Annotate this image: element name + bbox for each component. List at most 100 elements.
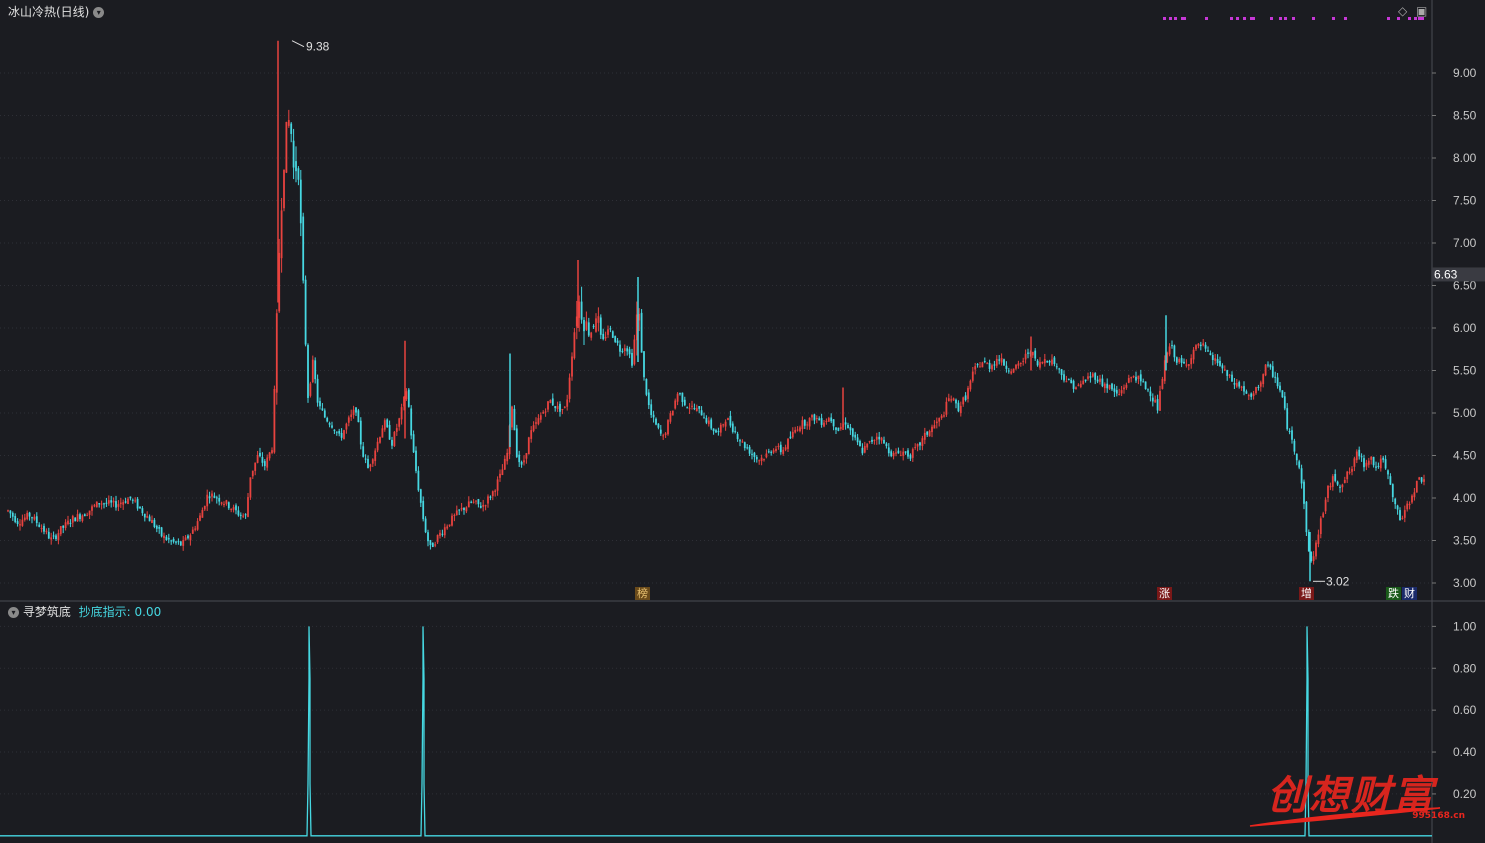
y-tick-label: 8.00 — [1453, 151, 1477, 165]
candle-body — [791, 431, 794, 438]
candle-body — [1000, 358, 1003, 363]
candle-body — [1199, 344, 1202, 347]
candle-body — [765, 453, 768, 458]
badge-zeng[interactable]: 增 — [1299, 587, 1314, 600]
marker-dot — [1344, 17, 1347, 20]
candle-body — [928, 430, 931, 437]
y-tick-label: 3.00 — [1453, 576, 1477, 590]
candle-body — [81, 515, 84, 522]
candle-body — [38, 524, 41, 527]
chevron-down-icon[interactable]: ▾ — [8, 607, 19, 618]
candle-body — [1336, 481, 1339, 485]
candle-body — [911, 449, 914, 458]
high-label: 9.38 — [306, 40, 330, 54]
candle-body — [1005, 365, 1008, 369]
candle-body — [1120, 390, 1123, 394]
candle-body — [628, 349, 631, 355]
candle-body — [215, 497, 218, 499]
candle-body — [203, 505, 206, 510]
candle-body — [45, 530, 48, 532]
candle-body — [1399, 510, 1401, 521]
candle-body — [1079, 383, 1082, 388]
candle-body — [266, 457, 269, 468]
candle-body — [1370, 456, 1373, 460]
candle-body — [1041, 361, 1044, 364]
candle-body — [355, 407, 357, 413]
candle-body — [1039, 362, 1041, 368]
candle-body — [398, 418, 401, 427]
badge-bang[interactable]: 榜 — [635, 587, 650, 600]
candle-body — [331, 425, 333, 428]
candle-body — [74, 517, 77, 522]
candle-body — [1103, 383, 1106, 389]
candle-body — [885, 443, 888, 447]
candle-body — [527, 437, 530, 455]
candle-body — [926, 431, 929, 435]
candle-body — [623, 348, 626, 351]
candle-body — [55, 535, 57, 540]
candle-body — [1209, 353, 1212, 356]
candle-body — [83, 514, 86, 517]
chevron-down-icon[interactable]: ▾ — [93, 7, 105, 18]
candle-body — [967, 387, 969, 399]
candle-body — [91, 506, 93, 511]
candle-body — [1384, 459, 1387, 469]
candle-body — [681, 392, 684, 402]
badge-die[interactable]: 跌 — [1386, 587, 1401, 600]
candle-body — [1358, 449, 1361, 457]
candle-body — [667, 420, 669, 435]
candle-body — [362, 446, 365, 457]
candle-body — [811, 415, 813, 418]
candle-body — [172, 538, 175, 542]
candle-body — [206, 494, 209, 507]
candle-body — [251, 470, 254, 477]
candle-body — [880, 437, 883, 441]
candle-body — [79, 514, 81, 520]
candle-body — [1075, 387, 1077, 390]
candle-body — [160, 527, 163, 537]
marker-dot — [1183, 17, 1186, 20]
candle-body — [1415, 480, 1418, 493]
candle-body — [211, 493, 213, 497]
candle-body — [482, 505, 485, 507]
candle-body — [890, 451, 893, 457]
candle-body — [847, 424, 849, 429]
candle-body — [1348, 471, 1351, 473]
candle-body — [1379, 458, 1382, 469]
candle-body — [50, 537, 53, 540]
candle-body — [386, 419, 389, 428]
y-tick-label: 9.00 — [1453, 66, 1477, 80]
candle-body — [1226, 370, 1229, 376]
candle-body — [434, 544, 437, 546]
candle-body — [1127, 378, 1130, 383]
candle-body — [1087, 376, 1089, 379]
candle-body — [976, 364, 979, 366]
candle-body — [1317, 534, 1320, 545]
badge-zhang[interactable]: 涨 — [1157, 587, 1172, 600]
candle-body — [1108, 384, 1111, 389]
candle-body — [1233, 383, 1236, 385]
candle-body — [748, 446, 751, 454]
candle-body — [112, 500, 115, 503]
candle-body — [297, 168, 300, 180]
marker-dot — [1230, 17, 1233, 20]
candle-body — [775, 448, 777, 451]
badge-cai[interactable]: 财 — [1402, 587, 1417, 600]
candle-body — [827, 418, 830, 422]
candle-body — [189, 535, 192, 541]
candle-body — [525, 453, 528, 459]
candle-body — [998, 359, 1001, 361]
window-toggle-icon[interactable]: ▣ — [1416, 4, 1427, 18]
candle-body — [1243, 386, 1245, 392]
candle-body — [782, 449, 785, 454]
candle-body — [201, 509, 204, 518]
candle-body — [1139, 374, 1142, 382]
diamond-icon[interactable]: ◇ — [1398, 4, 1407, 18]
candle-body — [446, 526, 449, 529]
candle-body — [604, 336, 607, 339]
candle-body — [1291, 430, 1293, 440]
candle-body — [1048, 361, 1051, 363]
candle-body — [943, 415, 945, 417]
candle-body — [1207, 350, 1209, 352]
candle-body — [472, 501, 475, 503]
